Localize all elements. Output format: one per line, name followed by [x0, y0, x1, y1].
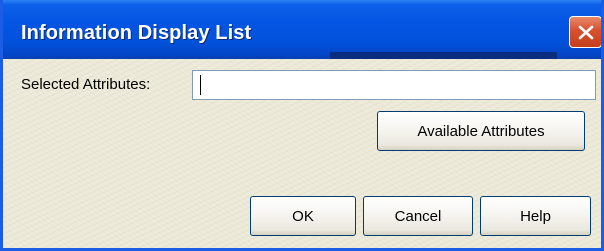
- cancel-button[interactable]: Cancel: [363, 196, 473, 236]
- close-button[interactable]: [569, 16, 601, 48]
- text-caret: [200, 75, 201, 95]
- close-icon: [578, 25, 594, 40]
- window-title: Information Display List: [21, 22, 252, 44]
- help-button[interactable]: Help: [480, 196, 591, 236]
- title-bar[interactable]: Information Display List: [3, 0, 601, 59]
- title-bar-underline: [330, 52, 557, 59]
- ok-button[interactable]: OK: [250, 196, 356, 236]
- selected-attributes-label: Selected Attributes:: [21, 76, 151, 93]
- selected-attributes-input[interactable]: [192, 70, 596, 100]
- available-attributes-button[interactable]: Available Attributes: [377, 111, 585, 151]
